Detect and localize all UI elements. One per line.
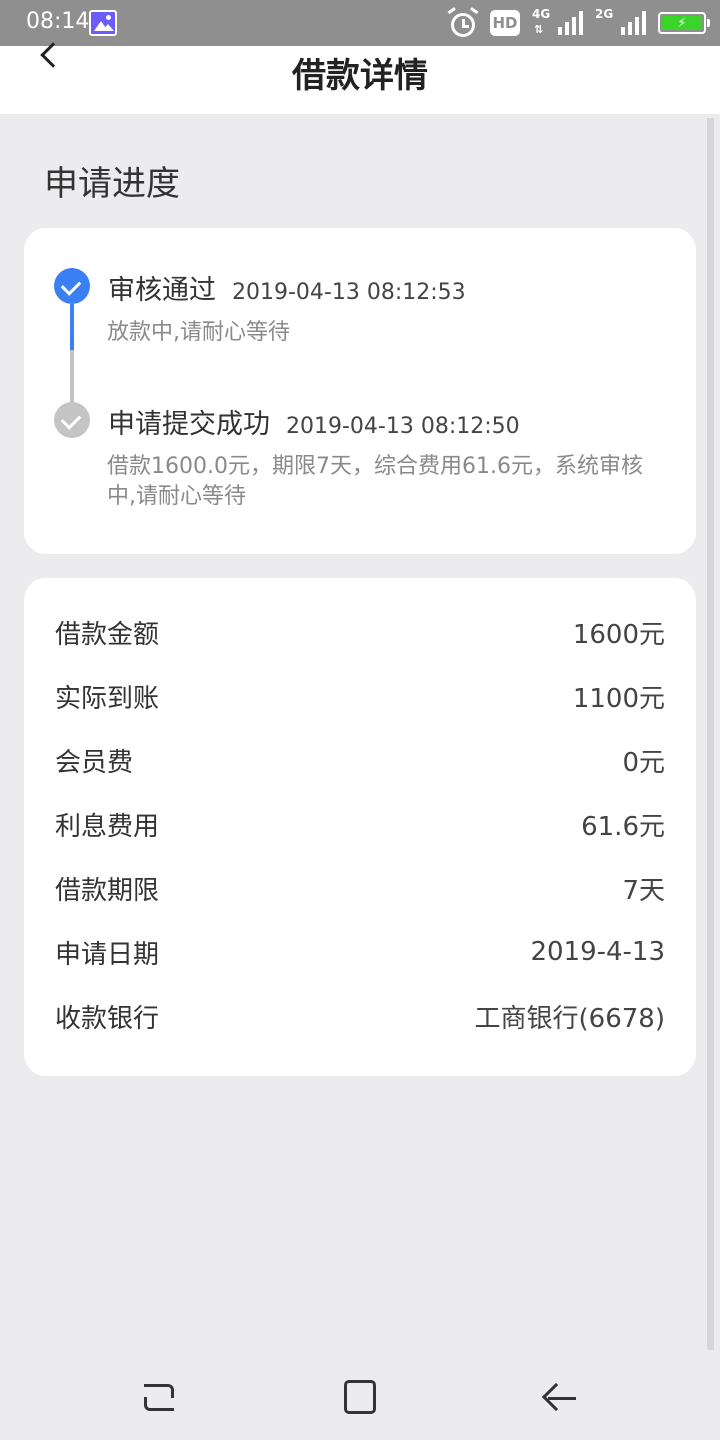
- page-title: 借款详情: [292, 56, 428, 96]
- detail-value: 61.6元: [581, 811, 665, 842]
- detail-value: 2019-4-13: [530, 937, 665, 967]
- timeline-step-submitted: 申请提交成功 2019-04-13 08:12:50: [108, 402, 520, 441]
- signal-2g-icon: 2G: [595, 7, 646, 35]
- detail-row: 收款银行 工商银行(6678): [55, 996, 665, 1036]
- hd-icon: HD: [490, 10, 520, 36]
- app-header: 借款详情: [0, 46, 720, 114]
- detail-label: 实际到账: [55, 683, 160, 714]
- signal-2g-label: 2G: [595, 7, 614, 21]
- progress-card: 审核通过 2019-04-13 08:12:53 放款中,请耐心等待 申请提交成…: [24, 228, 696, 554]
- detail-label: 借款金额: [55, 619, 160, 650]
- detail-label: 借款期限: [55, 875, 160, 906]
- battery-charging-icon: ⚡: [658, 12, 710, 34]
- detail-row: 会员费 0元: [55, 740, 665, 780]
- detail-label: 申请日期: [55, 939, 160, 970]
- timeline-line-inactive: [70, 350, 74, 404]
- step-description: 借款1600.0元，期限7天，综合费用61.6元，系统审核中,请耐心等待: [107, 454, 643, 509]
- detail-label: 会员费: [55, 747, 134, 778]
- timeline-line-active: [70, 304, 74, 350]
- signal-4g-label: 4G: [532, 7, 551, 21]
- detail-row: 实际到账 1100元: [55, 676, 665, 716]
- recent-apps-icon[interactable]: [140, 1378, 180, 1418]
- scroll-indicator[interactable]: [707, 118, 714, 1350]
- detail-row: 借款金额 1600元: [55, 612, 665, 652]
- detail-value: 1600元: [572, 619, 665, 650]
- step-description: 放款中,请耐心等待: [107, 320, 290, 345]
- status-time: 08:14: [26, 9, 90, 34]
- detail-row: 利息费用 61.6元: [55, 804, 665, 844]
- timeline-step-approved: 审核通过 2019-04-13 08:12:53: [108, 268, 466, 307]
- detail-row: 申请日期 2019-4-13: [55, 932, 665, 972]
- detail-label: 收款银行: [55, 1003, 160, 1034]
- check-circle-icon: [54, 268, 90, 304]
- detail-value: 1100元: [572, 683, 665, 714]
- back-icon[interactable]: [540, 1378, 580, 1418]
- signal-4g-icon: 4G ⇅: [532, 7, 583, 36]
- gallery-notification-icon: [89, 10, 117, 36]
- step-title: 审核通过: [108, 275, 216, 306]
- status-bar: 08:14 HD 4G ⇅ 2G ⚡: [0, 0, 720, 46]
- system-nav-bar: [0, 1356, 720, 1440]
- alarm-icon: [447, 7, 479, 38]
- detail-row: 借款期限 7天: [55, 868, 665, 908]
- detail-label: 利息费用: [55, 811, 160, 842]
- section-title-progress: 申请进度: [44, 164, 180, 204]
- step-title: 申请提交成功: [108, 409, 270, 440]
- detail-value: 0元: [622, 747, 665, 778]
- check-circle-icon: [54, 402, 90, 438]
- step-time: 2019-04-13 08:12:53: [232, 280, 466, 305]
- detail-value: 工商银行(6678): [474, 1003, 665, 1034]
- loan-details-card: 借款金额 1600元 实际到账 1100元 会员费 0元 利息费用 61.6元 …: [24, 578, 696, 1076]
- home-icon[interactable]: [342, 1378, 382, 1418]
- detail-value: 7天: [622, 875, 665, 906]
- step-time: 2019-04-13 08:12:50: [286, 414, 520, 439]
